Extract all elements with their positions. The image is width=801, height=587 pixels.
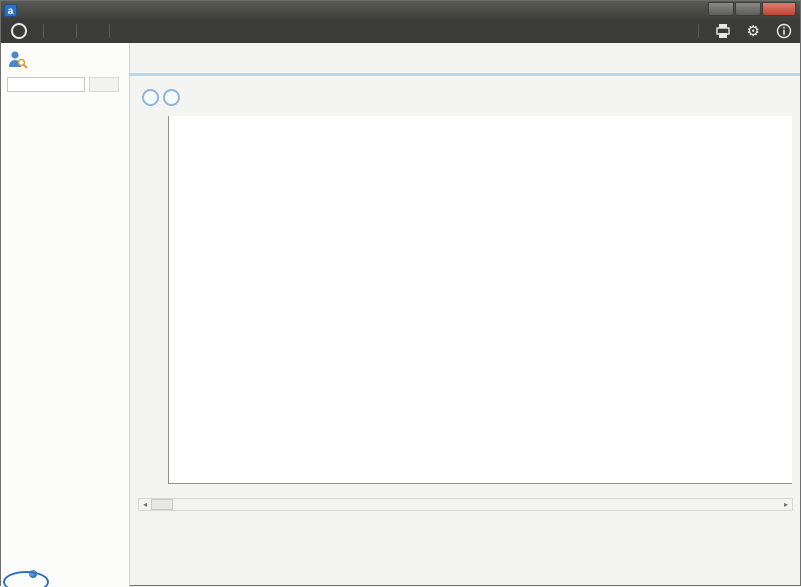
go-button[interactable] bbox=[89, 77, 119, 92]
app-icon: a bbox=[4, 4, 17, 17]
scroll-right-icon[interactable]: ▸ bbox=[780, 500, 792, 509]
toolbar-separator bbox=[76, 24, 77, 38]
toolbar-separator bbox=[109, 24, 110, 38]
search-input[interactable] bbox=[7, 77, 85, 92]
plot-area bbox=[168, 116, 792, 484]
accent-strip bbox=[130, 73, 800, 76]
maximize-button[interactable] bbox=[735, 2, 761, 16]
toolbar: ⚙ bbox=[1, 19, 800, 43]
close-button[interactable] bbox=[762, 2, 796, 16]
main-panel: ◂ ▸ bbox=[130, 43, 800, 587]
back-icon[interactable] bbox=[11, 23, 27, 39]
minimize-button[interactable] bbox=[708, 2, 734, 16]
person-search-icon bbox=[7, 49, 29, 74]
printer-icon[interactable] bbox=[715, 23, 731, 39]
toolbar-separator bbox=[698, 24, 699, 38]
turnover-chart bbox=[136, 116, 800, 488]
toolbar-separator bbox=[43, 24, 44, 38]
scrollbar-thumb[interactable] bbox=[151, 499, 173, 510]
softwarenetz-logo bbox=[1, 567, 129, 581]
y-axis-labels bbox=[136, 116, 168, 484]
horizontal-scrollbar[interactable]: ◂ ▸ bbox=[138, 498, 793, 511]
next-year-button[interactable] bbox=[163, 89, 180, 106]
scroll-left-icon[interactable]: ◂ bbox=[139, 500, 151, 509]
prev-year-button[interactable] bbox=[142, 89, 159, 106]
logo-arc bbox=[3, 571, 49, 587]
info-icon[interactable] bbox=[776, 23, 792, 39]
title-bar: a bbox=[1, 1, 800, 19]
tab-bar bbox=[130, 43, 800, 71]
sidebar bbox=[1, 43, 130, 587]
gear-icon[interactable]: ⚙ bbox=[747, 22, 760, 40]
